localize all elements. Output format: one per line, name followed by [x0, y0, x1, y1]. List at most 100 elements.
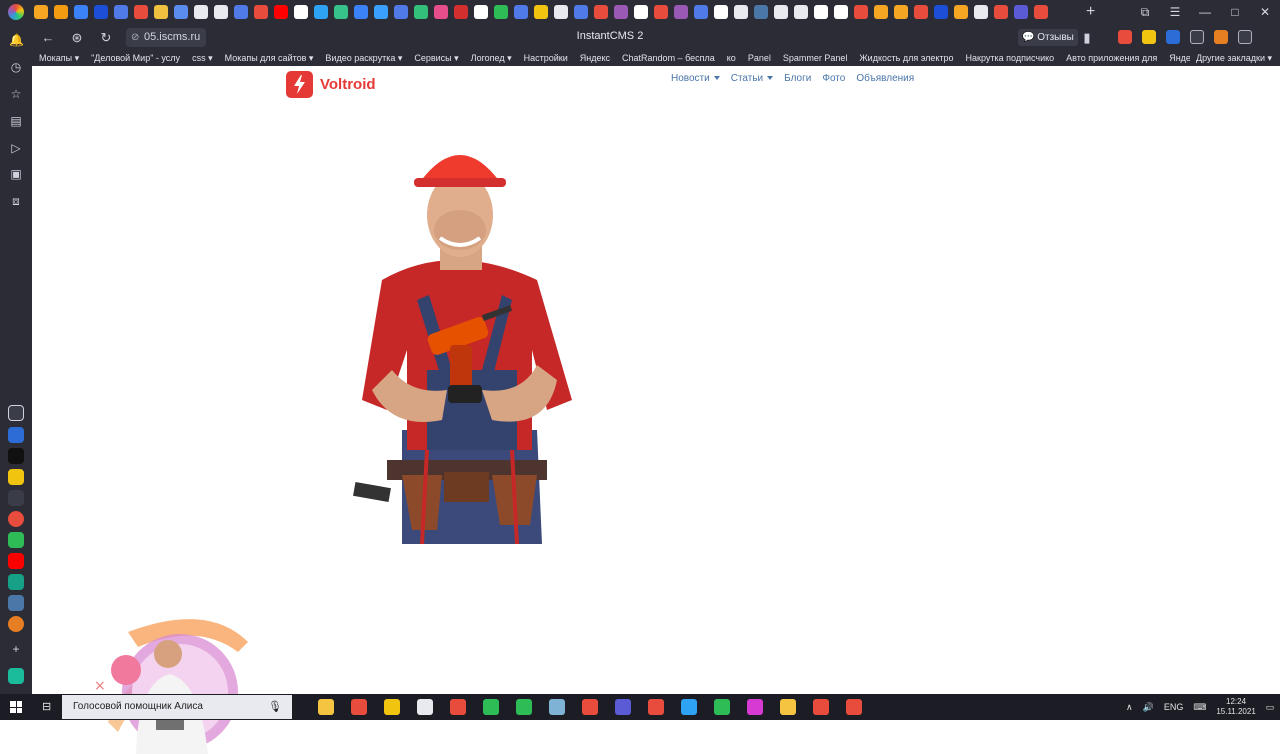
tab-favicon-icon[interactable]	[694, 5, 708, 19]
taskbar-app-icon[interactable]	[318, 699, 334, 715]
taskbar-app-icon[interactable]	[483, 699, 499, 715]
tab-favicon-icon[interactable]	[454, 5, 468, 19]
maximize-icon[interactable]: □	[1220, 0, 1250, 25]
tab-favicon-icon[interactable]	[1014, 5, 1028, 19]
notifications-icon[interactable]: 🔔	[9, 33, 24, 47]
bookmark-item[interactable]: Spammer Panel	[776, 50, 853, 66]
minimize-icon[interactable]: —	[1190, 0, 1220, 25]
new-tab-icon[interactable]: +	[1086, 3, 1095, 21]
app-icon[interactable]	[8, 616, 24, 632]
bookmark-item[interactable]: Panel	[741, 50, 776, 66]
extension-icon[interactable]	[1118, 30, 1132, 44]
taskbar-app-icon[interactable]	[417, 699, 433, 715]
tab-favicon-icon[interactable]	[854, 5, 868, 19]
taskbar-app-icon[interactable]	[681, 699, 697, 715]
tab-favicon-icon[interactable]	[274, 5, 288, 19]
menu-icon[interactable]: ☰	[1160, 0, 1190, 25]
nav-item[interactable]: Фото	[822, 73, 845, 84]
site-logo[interactable]: Voltroid	[286, 71, 376, 98]
tab-favicon-icon[interactable]	[834, 5, 848, 19]
add-app-icon[interactable]: +	[9, 642, 23, 656]
tab-favicon-icon[interactable]	[514, 5, 528, 19]
bookmark-item[interactable]: Мокапы ▾	[32, 50, 84, 66]
bookmark-item[interactable]: Мокапы для сайтов ▾	[218, 50, 319, 66]
tab-favicon-icon[interactable]	[894, 5, 908, 19]
extension-icon[interactable]	[1214, 30, 1228, 44]
chat-app-icon[interactable]	[8, 532, 24, 548]
word-extension-icon[interactable]	[1166, 30, 1180, 44]
language-indicator[interactable]: ENG	[1164, 702, 1184, 712]
tab-favicon-icon[interactable]	[34, 5, 48, 19]
screenshot-icon[interactable]: ⧈	[9, 194, 23, 208]
tiktok-icon[interactable]	[8, 448, 24, 464]
tab-favicon-icon[interactable]	[554, 5, 568, 19]
bookmark-item[interactable]: Накрутка подписчико	[959, 50, 1060, 66]
instagram-icon[interactable]	[8, 405, 24, 421]
tab-favicon-icon[interactable]	[774, 5, 788, 19]
tab-favicon-icon[interactable]	[994, 5, 1008, 19]
tab-favicon-icon[interactable]	[334, 5, 348, 19]
tab-favicon-icon[interactable]	[494, 5, 508, 19]
tab-list-icon[interactable]: ⧉	[1130, 0, 1160, 25]
taskbar-app-icon[interactable]	[450, 699, 466, 715]
bookmark-item[interactable]: "Деловой Мир" - услу	[84, 50, 185, 66]
taskbar-app-icon[interactable]	[648, 699, 664, 715]
tab-favicon-icon[interactable]	[814, 5, 828, 19]
tab-favicon-icon[interactable]	[214, 5, 228, 19]
taskbar-app-icon[interactable]	[813, 699, 829, 715]
tab-favicon-icon[interactable]	[754, 5, 768, 19]
tab-favicon-icon[interactable]	[314, 5, 328, 19]
taskbar-search[interactable]: Голосовой помощник Алиса 🎙	[62, 695, 292, 719]
app-icon[interactable]	[8, 511, 24, 527]
nav-item[interactable]: Статьи	[731, 73, 774, 84]
tab-favicon-icon[interactable]	[574, 5, 588, 19]
tab-favicon-icon[interactable]	[374, 5, 388, 19]
bookmark-item[interactable]: ChatRandom – беспла	[615, 50, 720, 66]
tab-favicon-icon[interactable]	[254, 5, 268, 19]
tab-favicon-icon[interactable]	[594, 5, 608, 19]
extension-icon[interactable]	[1190, 30, 1204, 44]
tab-favicon-icon[interactable]	[354, 5, 368, 19]
vk-icon[interactable]	[8, 595, 24, 611]
docs-icon[interactable]	[8, 427, 24, 443]
bookmark-item[interactable]: Логопед ▾	[464, 50, 517, 66]
taskbar-app-icon[interactable]	[549, 699, 565, 715]
tab-favicon-icon[interactable]	[474, 5, 488, 19]
tab-favicon-icon[interactable]	[54, 5, 68, 19]
tab-favicon-icon[interactable]	[134, 5, 148, 19]
reviews-button[interactable]: 💬 Отзывы	[1018, 29, 1078, 46]
nav-item[interactable]: Блоги	[784, 73, 811, 84]
bookmark-item[interactable]: Яндекс	[573, 50, 615, 66]
bookmark-item[interactable]: Жидкость для электро	[852, 50, 958, 66]
taskbar-app-icon[interactable]	[384, 699, 400, 715]
download-icon[interactable]	[1238, 30, 1252, 44]
tab-favicon-icon[interactable]	[634, 5, 648, 19]
tab-favicon-icon[interactable]	[414, 5, 428, 19]
bookmark-icon[interactable]: ▮	[1078, 29, 1096, 47]
favorites-icon[interactable]: ☆	[9, 87, 23, 101]
tab-favicon-icon[interactable]	[534, 5, 548, 19]
nav-item[interactable]: Новости	[671, 73, 720, 84]
notifications-center-icon[interactable]: ▭	[1266, 702, 1275, 713]
tab-favicon-icon[interactable]	[154, 5, 168, 19]
tab-favicon-icon[interactable]	[94, 5, 108, 19]
taskbar-app-icon[interactable]	[351, 699, 367, 715]
taskbar-app-icon[interactable]	[780, 699, 796, 715]
tab-favicon-icon[interactable]	[1034, 5, 1048, 19]
star-app-icon[interactable]	[8, 490, 24, 506]
bookmark-item[interactable]: Настройки	[517, 50, 573, 66]
tab-favicon-icon[interactable]	[954, 5, 968, 19]
taskbar-app-icon[interactable]	[846, 699, 862, 715]
close-icon[interactable]: ✕	[1250, 0, 1280, 25]
collections-icon[interactable]: ▤	[9, 114, 23, 128]
tab-favicon-icon[interactable]	[194, 5, 208, 19]
microphone-icon[interactable]: 🎙	[268, 695, 282, 719]
counter-icon[interactable]: ▣	[9, 167, 23, 181]
store-app-icon[interactable]	[8, 668, 24, 684]
other-bookmarks[interactable]: Другие закладки ▾	[1190, 50, 1272, 66]
taskbar-app-icon[interactable]	[714, 699, 730, 715]
browser-logo-icon[interactable]	[8, 4, 24, 20]
volume-icon[interactable]: 🔊	[1143, 702, 1154, 713]
tab-favicon-icon[interactable]	[734, 5, 748, 19]
video-icon[interactable]: ▷	[9, 141, 23, 155]
